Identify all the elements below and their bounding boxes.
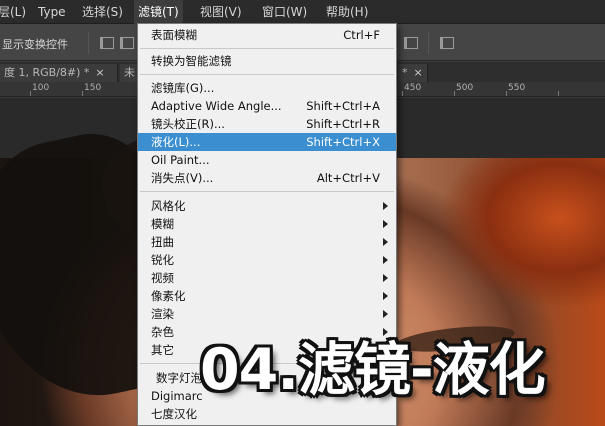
menu-item-distort[interactable]: 扭曲 <box>138 233 396 251</box>
menu-item-shortcut: Alt+Ctrl+V <box>316 171 380 185</box>
menu-help[interactable]: 帮助(H) <box>322 0 372 24</box>
menu-item-label: 滤镜库(G)... <box>151 81 215 95</box>
menu-item-label: 消失点(V)... <box>151 171 214 185</box>
submenu-arrow-icon <box>383 328 388 336</box>
menu-select[interactable]: 选择(S) <box>78 0 127 24</box>
document-tab[interactable]: * × <box>398 64 428 82</box>
ruler-tick-label: 100 <box>32 83 50 93</box>
menu-type[interactable]: Type <box>34 0 70 24</box>
menu-item-label: 模糊 <box>151 217 174 231</box>
ruler-tick-label: 150 <box>84 83 102 93</box>
menu-item-filter-gallery[interactable]: 滤镜库(G)... <box>138 79 396 97</box>
menu-item-adaptive-wide-angle[interactable]: Adaptive Wide Angle... Shift+Ctrl+A <box>138 97 396 115</box>
menu-item-label: 七度汉化 <box>151 407 197 421</box>
menu-separator <box>140 74 394 75</box>
menu-item-label: 扭曲 <box>151 235 174 249</box>
ruler-tick-label: 450 <box>404 83 422 93</box>
menu-item-label: 杂色 <box>151 325 174 339</box>
menu-item-label: 风格化 <box>151 199 186 213</box>
menu-layer[interactable]: 层(L) <box>0 0 30 24</box>
distribute-vertical-icon[interactable] <box>440 37 454 49</box>
menu-filter[interactable]: 滤镜(T) <box>134 0 183 24</box>
menu-item-label: Adaptive Wide Angle... <box>151 99 282 113</box>
menu-separator <box>140 48 394 49</box>
show-transform-controls-label[interactable]: 显示变换控件 <box>2 36 68 52</box>
menu-item-shortcut: Shift+Ctrl+R <box>306 117 380 131</box>
document-tab[interactable]: 度 1, RGB/8#) * × <box>0 64 118 82</box>
menu-item-label: 转换为智能滤镜 <box>151 54 232 68</box>
document-tab[interactable]: 未 <box>120 64 138 82</box>
align-center-icon[interactable] <box>120 37 134 49</box>
menu-item-label: 液化(L)... <box>151 135 201 149</box>
submenu-arrow-icon <box>383 274 388 282</box>
align-left-icon[interactable] <box>100 37 114 49</box>
menu-item-stylize[interactable]: 风格化 <box>138 197 396 215</box>
menu-item-shortcut: Shift+Ctrl+A <box>306 99 380 113</box>
ruler-tick <box>402 91 403 96</box>
menu-item-label: 视频 <box>151 271 174 285</box>
ruler-tick <box>82 91 83 96</box>
photoshop-window: 层(L) Type 选择(S) 滤镜(T) 视图(V) 窗口(W) 帮助(H) … <box>0 0 605 426</box>
close-icon[interactable]: × <box>95 66 104 79</box>
menu-item-label: 数字灯泡 <box>156 371 202 385</box>
submenu-arrow-icon <box>383 202 388 210</box>
menu-item-shortcut: Shift+Ctrl+X <box>306 135 380 149</box>
ruler-tick <box>30 91 31 96</box>
submenu-arrow-icon <box>383 238 388 246</box>
menu-item-label: 像素化 <box>151 289 186 303</box>
tab-label: 度 1, RGB/8#) * <box>4 66 90 79</box>
menu-item-label: Oil Paint... <box>151 153 210 167</box>
menu-item-oil-paint[interactable]: Oil Paint... <box>138 151 396 169</box>
submenu-arrow-icon <box>383 292 388 300</box>
ruler-tick <box>454 91 455 96</box>
menu-item-render[interactable]: 渲染 <box>138 305 396 323</box>
distribute-icon[interactable] <box>404 37 418 49</box>
ruler-tick-label: 500 <box>456 83 474 93</box>
menu-item-qidu-localize[interactable]: 七度汉化 <box>138 405 396 423</box>
menu-item-label: 锐化 <box>151 253 174 267</box>
close-icon[interactable]: × <box>414 66 423 79</box>
menu-bar: 层(L) Type 选择(S) 滤镜(T) 视图(V) 窗口(W) 帮助(H) <box>0 0 605 24</box>
menu-item-sharpen[interactable]: 锐化 <box>138 251 396 269</box>
tab-label: * <box>402 66 408 79</box>
menu-item-liquify[interactable]: 液化(L)... Shift+Ctrl+X <box>138 133 396 151</box>
menu-item-label: 表面模糊 <box>151 28 197 42</box>
menu-window[interactable]: 窗口(W) <box>258 0 311 24</box>
ruler-tick-label: 550 <box>508 83 526 93</box>
menu-item-shortcut: Ctrl+F <box>343 28 380 42</box>
submenu-arrow-icon <box>383 310 388 318</box>
ruler-tick <box>558 91 559 96</box>
menu-item-blur[interactable]: 模糊 <box>138 215 396 233</box>
tab-label: 未 <box>124 66 135 79</box>
options-divider <box>428 32 429 54</box>
menu-item-last-filter[interactable]: 表面模糊 Ctrl+F <box>138 26 396 44</box>
menu-item-label: Digimarc <box>151 389 203 403</box>
options-divider <box>88 32 89 54</box>
menu-item-label: 渲染 <box>151 307 174 321</box>
menu-item-vanishing-point[interactable]: 消失点(V)... Alt+Ctrl+V <box>138 169 396 187</box>
menu-item-label: 其它 <box>151 343 174 357</box>
menu-view[interactable]: 视图(V) <box>196 0 246 24</box>
menu-item-video[interactable]: 视频 <box>138 269 396 287</box>
menu-item-pixelate[interactable]: 像素化 <box>138 287 396 305</box>
ruler-tick <box>506 91 507 96</box>
menu-item-lens-correction[interactable]: 镜头校正(R)... Shift+Ctrl+R <box>138 115 396 133</box>
submenu-arrow-icon <box>383 220 388 228</box>
tutorial-step-caption: 04.滤镜-液化 <box>200 337 546 403</box>
submenu-arrow-icon <box>383 256 388 264</box>
menu-item-label: 镜头校正(R)... <box>151 117 225 131</box>
menu-separator <box>140 191 394 192</box>
menu-item-convert-smart-filter[interactable]: 转换为智能滤镜 <box>138 52 396 70</box>
